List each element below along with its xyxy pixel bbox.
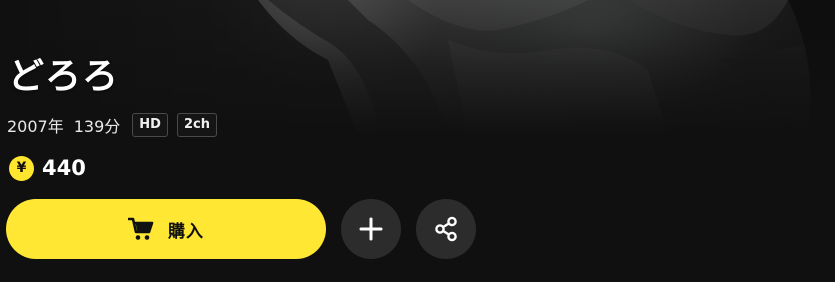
price-value: 440: [42, 156, 86, 180]
share-button[interactable]: [416, 199, 476, 259]
coin-icon: ¥: [9, 155, 34, 181]
plus-icon: [359, 217, 383, 241]
add-to-list-button[interactable]: [341, 199, 401, 259]
hd-badge: HD: [132, 113, 168, 137]
title-detail-panel: どろろ 2007年 139分 HD 2ch ¥ 440 購入: [0, 0, 835, 282]
buy-button[interactable]: 購入: [6, 199, 326, 259]
cart-icon: [128, 217, 154, 241]
audio-channel-badge: 2ch: [176, 113, 217, 137]
share-icon: [433, 216, 459, 242]
page-title: どろろ: [8, 56, 120, 97]
meta-row: 2007年 139分 HD 2ch: [7, 112, 226, 138]
duration: 139分: [73, 117, 121, 136]
buy-button-label: 購入: [168, 221, 204, 241]
release-year: 2007年: [7, 117, 64, 136]
price-row: ¥ 440: [9, 154, 86, 182]
